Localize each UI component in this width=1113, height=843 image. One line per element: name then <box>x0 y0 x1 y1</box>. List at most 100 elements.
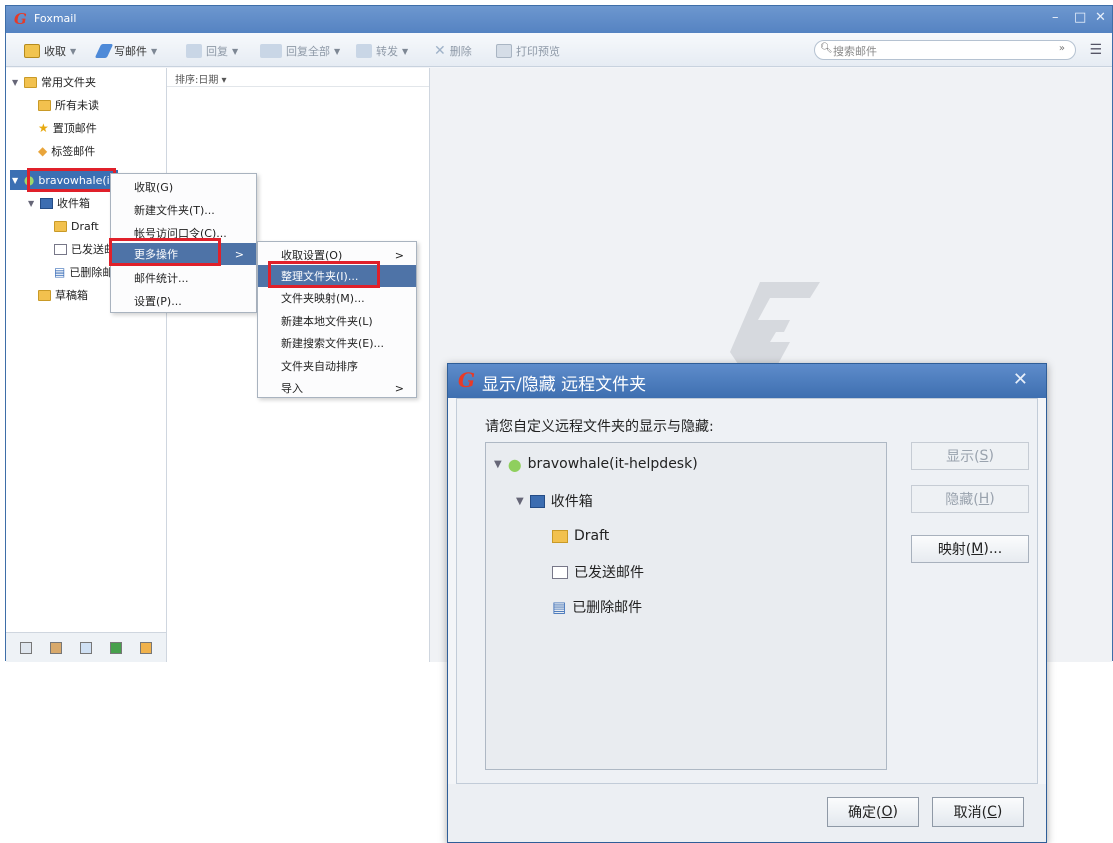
expand-icon[interactable]: ▼ <box>516 496 524 507</box>
folder-tagged[interactable]: ◆ 标签邮件 <box>38 141 95 161</box>
sent-icon <box>54 243 67 255</box>
delete-x-icon: ✕ <box>434 43 446 59</box>
submenu-item-auto-sort[interactable]: 文件夹自动排序 <box>258 355 416 377</box>
tag-icon: ◆ <box>38 144 48 158</box>
minimize-icon[interactable]: – <box>1052 10 1059 25</box>
trash-icon: ▤ <box>54 265 66 279</box>
folder-icon <box>552 529 568 543</box>
contacts-module-icon[interactable] <box>50 642 62 654</box>
menu-item-settings[interactable]: 设置(P)... <box>111 290 256 312</box>
ok-button[interactable]: 确定(O) <box>827 797 919 827</box>
chevron-down-icon[interactable]: ▼ <box>402 47 408 56</box>
button-key: C <box>987 804 997 820</box>
folder-common[interactable]: ▼ 常用文件夹 <box>12 72 96 92</box>
remote-folder-tree[interactable]: ▼ ● bravowhale(it-helpdesk) ▼ 收件箱 Draft … <box>485 442 887 770</box>
menu-item-mail-stats[interactable]: 邮件统计... <box>111 267 256 289</box>
inbox-icon <box>40 197 53 209</box>
reply-label: 回复 <box>206 45 228 58</box>
menu-item-label: 导入 <box>281 382 303 395</box>
envelope-icon <box>24 44 40 58</box>
chevron-right-icon: > <box>394 248 404 262</box>
menu-icon[interactable]: ☰ <box>1089 42 1102 58</box>
folder-draft[interactable]: Draft <box>54 216 99 236</box>
sort-dropdown[interactable]: 排序:日期 ▾ <box>175 71 227 86</box>
rss-module-icon[interactable] <box>140 642 152 654</box>
tree-item-inbox[interactable]: ▼ 收件箱 <box>516 489 593 513</box>
tree-item-sent[interactable]: 已发送邮件 <box>552 560 644 584</box>
folder-icon <box>54 220 67 232</box>
close-icon[interactable]: ✕ <box>1013 369 1028 390</box>
account-icon: ● <box>507 454 522 474</box>
chevron-down-icon[interactable]: ▼ <box>151 47 157 56</box>
module-switcher <box>6 632 166 662</box>
folder-label: 常用文件夹 <box>41 76 96 89</box>
search-icon: 🔍︎ <box>820 43 833 54</box>
chevron-down-icon[interactable]: ▼ <box>232 47 238 56</box>
folder-pane: ▼ 常用文件夹 所有未读 ★ 置顶邮件 ◆ 标签邮件 ▼ ● bravowhal… <box>6 68 167 662</box>
hide-button[interactable]: 隐藏(H) <box>911 485 1029 513</box>
show-button[interactable]: 显示(S) <box>911 442 1029 470</box>
folder-sent[interactable]: 已发送邮 <box>54 239 115 259</box>
submenu-item-import[interactable]: 导入 > <box>258 377 416 399</box>
expand-icon[interactable]: ▼ <box>12 176 20 185</box>
receive-button[interactable]: 收取 ▼ <box>24 42 76 60</box>
map-button[interactable]: 映射(M)... <box>911 535 1029 563</box>
receive-label: 收取 <box>44 45 66 58</box>
button-label-end: )... <box>983 541 1003 557</box>
delete-label: 删除 <box>449 45 472 58</box>
button-key: O <box>881 804 893 820</box>
app-title: Foxmail <box>34 12 77 25</box>
printer-icon <box>496 44 512 58</box>
menu-item-receive[interactable]: 收取(G) <box>111 176 256 198</box>
reply-button[interactable]: 回复 ▼ <box>186 42 238 60</box>
menu-item-new-folder[interactable]: 新建文件夹(T)... <box>111 199 256 221</box>
tree-item-deleted[interactable]: ▤ 已删除邮件 <box>552 595 642 619</box>
folder-deleted[interactable]: ▤ 已删除邮 <box>54 262 113 282</box>
dialog-title: 显示/隐藏 远程文件夹 <box>482 375 647 395</box>
chevron-down-icon[interactable]: ▼ <box>334 47 340 56</box>
chevron-down-icon[interactable]: ▼ <box>70 47 76 56</box>
button-label-end: ) <box>988 448 994 464</box>
folder-pinned[interactable]: ★ 置顶邮件 <box>38 118 97 138</box>
reply-all-label: 回复全部 <box>286 45 330 58</box>
folder-label: 草稿箱 <box>55 289 88 302</box>
folder-label: 标签邮件 <box>51 145 96 158</box>
search-input[interactable]: 🔍︎ 搜索邮件 » <box>814 40 1076 60</box>
tree-item-account[interactable]: ▼ ● bravowhale(it-helpdesk) <box>494 452 698 476</box>
tree-item-label: Draft <box>574 528 610 544</box>
tree-item-label: bravowhale(it-helpdesk) <box>527 456 698 472</box>
print-preview-button[interactable]: 打印预览 <box>496 42 560 60</box>
expand-icon[interactable]: ▼ <box>494 459 502 470</box>
forward-button[interactable]: 转发 ▼ <box>356 42 408 60</box>
mail-module-icon[interactable] <box>20 642 32 654</box>
sent-icon <box>552 565 568 579</box>
folder-drafts-box[interactable]: 草稿箱 <box>38 285 88 305</box>
folder-label: 已删除邮 <box>69 266 114 279</box>
compose-button[interactable]: 写邮件 ▼ <box>94 42 157 60</box>
maximize-icon[interactable]: □ <box>1074 10 1086 25</box>
folder-label: 收件箱 <box>57 197 90 210</box>
delete-button[interactable]: ✕ 删除 <box>434 42 472 60</box>
submenu-item-new-local-folder[interactable]: 新建本地文件夹(L) <box>258 310 416 332</box>
reply-icon <box>186 44 202 58</box>
double-chevron-icon[interactable]: » <box>1059 43 1065 54</box>
reply-all-button[interactable]: 回复全部 ▼ <box>260 42 340 60</box>
notes-module-icon[interactable] <box>110 642 122 654</box>
submenu-item-folder-mapping[interactable]: 文件夹映射(M)... <box>258 287 416 309</box>
pen-icon <box>94 44 114 58</box>
tree-item-draft[interactable]: Draft <box>552 524 609 548</box>
submenu-item-new-search-folder[interactable]: 新建搜索文件夹(E)... <box>258 332 416 354</box>
compose-label: 写邮件 <box>114 45 147 58</box>
button-key: S <box>979 448 989 464</box>
cancel-button[interactable]: 取消(C) <box>932 797 1024 827</box>
close-icon[interactable]: ✕ <box>1095 10 1106 25</box>
calendar-module-icon[interactable] <box>80 642 92 654</box>
toolbar: 收取 ▼ 写邮件 ▼ 回复 ▼ 回复全部 ▼ 转发 ▼ ✕ 删除 打印预览 🔍︎… <box>6 33 1112 67</box>
folder-label: Draft <box>71 219 99 233</box>
expand-icon[interactable]: ▼ <box>28 199 36 208</box>
chevron-right-icon: > <box>394 381 404 395</box>
folder-inbox[interactable]: ▼ 收件箱 <box>28 193 90 213</box>
tree-item-label: 已发送邮件 <box>574 565 644 581</box>
folder-all-unread[interactable]: 所有未读 <box>38 95 99 115</box>
expand-icon[interactable]: ▼ <box>12 78 20 87</box>
